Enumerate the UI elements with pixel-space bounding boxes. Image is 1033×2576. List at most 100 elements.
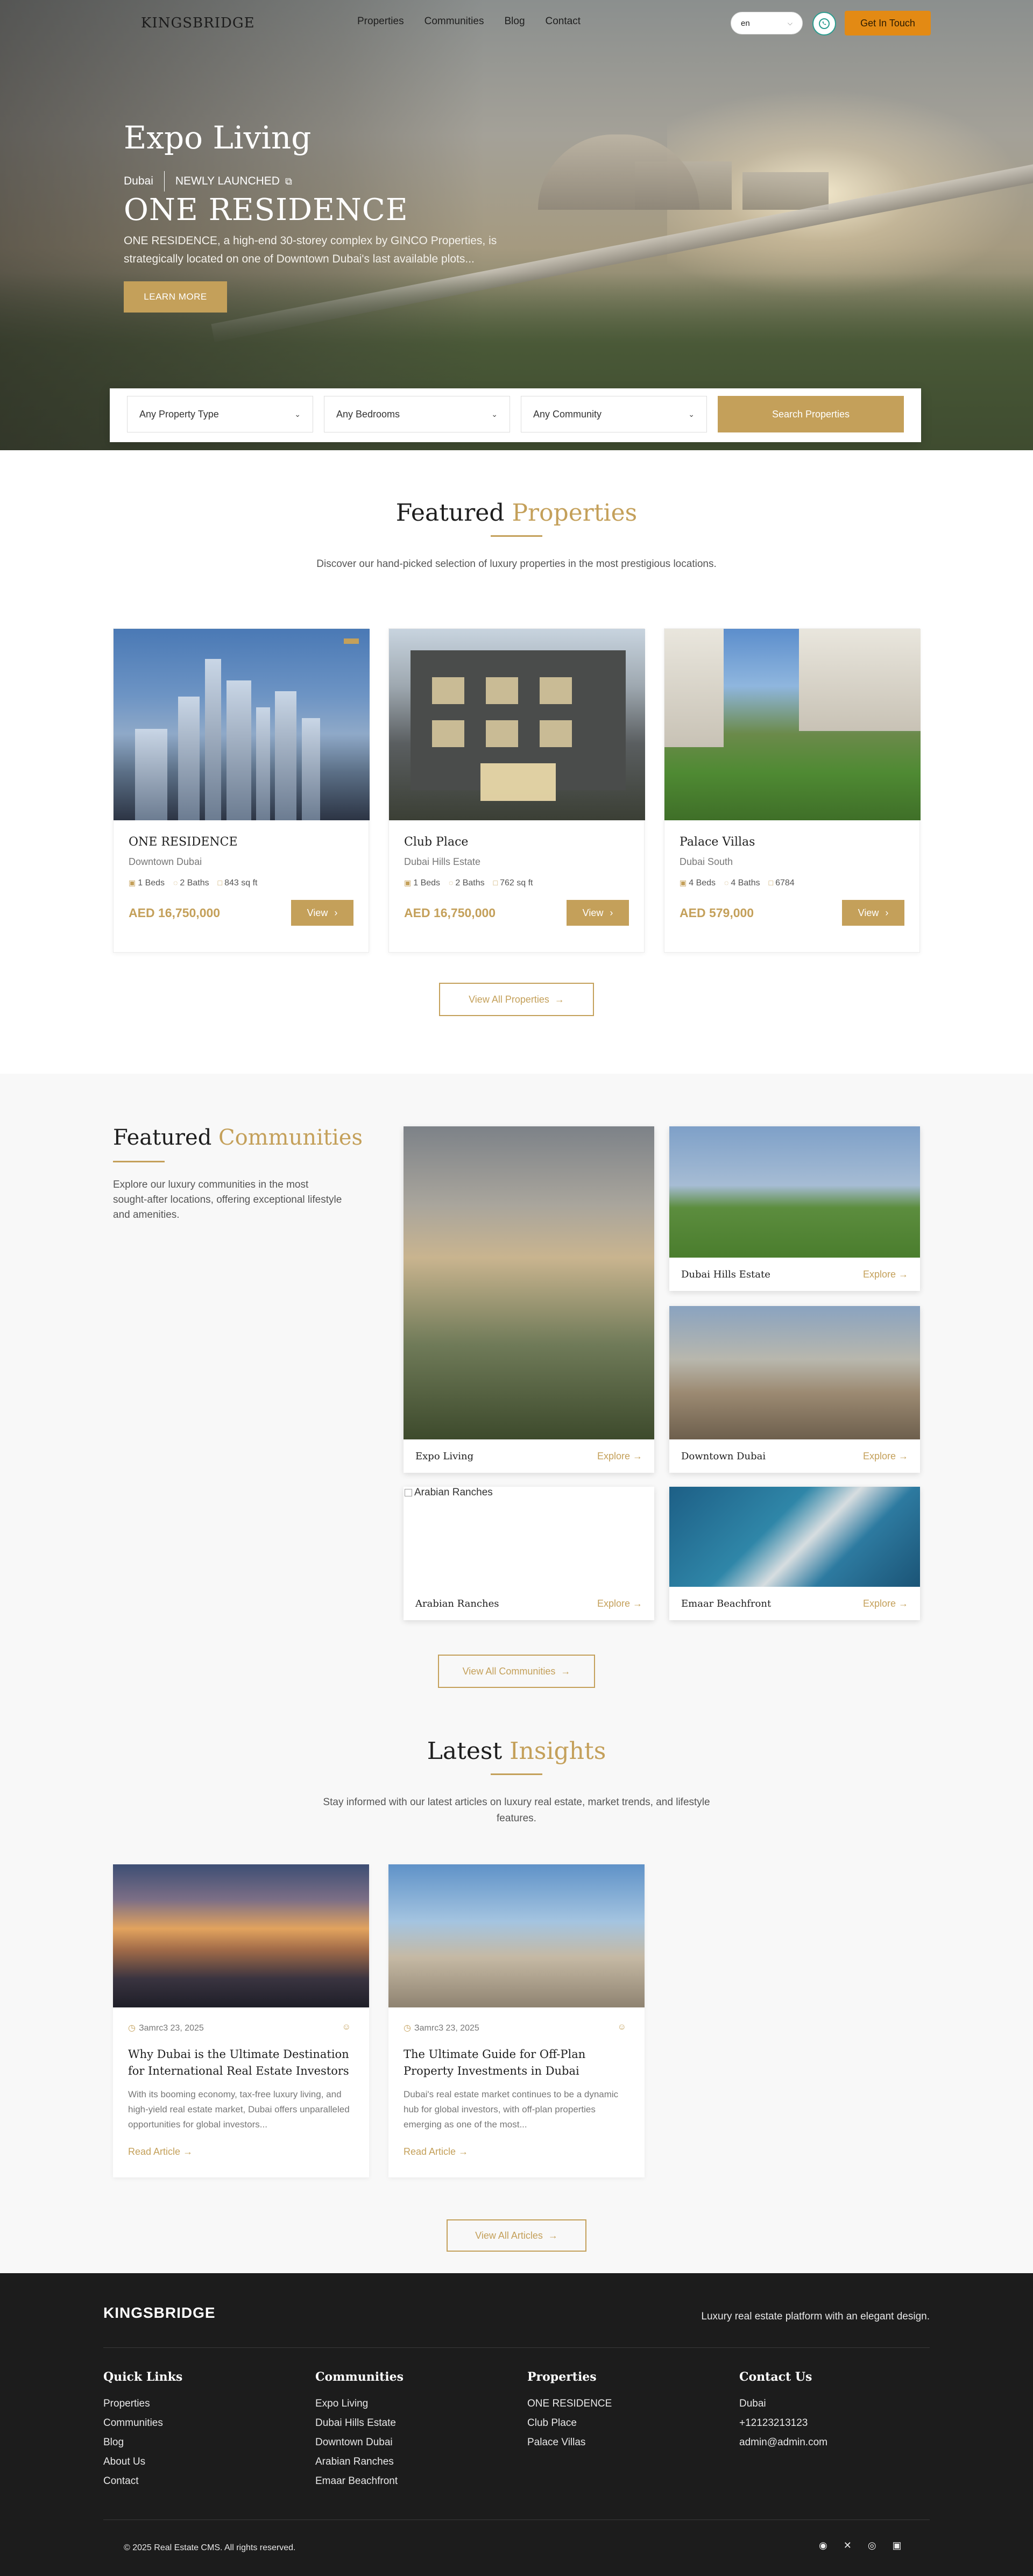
- featured-properties-header: Featured Properties Discover our hand-pi…: [0, 499, 1033, 572]
- site-logo[interactable]: KINGSBRIDGE: [141, 15, 255, 31]
- section-subtitle: Stay informed with our latest articles o…: [323, 1797, 710, 1824]
- read-article-link[interactable]: Read Article →: [404, 2146, 468, 2158]
- view-all-communities-button[interactable]: View All Communities →: [438, 1655, 595, 1688]
- footer-link[interactable]: Club Place: [527, 2417, 612, 2429]
- article-date: ◷ Заmrc3 23, 2025: [128, 2023, 204, 2033]
- community-card[interactable]: Expo Living Explore →: [404, 1126, 654, 1473]
- footer-link[interactable]: Properties: [103, 2398, 182, 2410]
- community-card[interactable]: Arabian Ranches Arabian Ranches Explore …: [404, 1487, 654, 1620]
- top-nav: KINGSBRIDGE Properties Communities Blog …: [0, 0, 1033, 45]
- community-footer: Downtown Dubai Explore →: [669, 1439, 920, 1473]
- view-property-button[interactable]: View ›: [291, 900, 353, 926]
- search-properties-button[interactable]: Search Properties: [718, 396, 904, 432]
- read-label: Read Article: [404, 2146, 456, 2157]
- footer-link[interactable]: About Us: [103, 2456, 182, 2468]
- community-name: Downtown Dubai: [681, 1450, 766, 1462]
- whatsapp-button[interactable]: [812, 12, 836, 36]
- nav-link-communities[interactable]: Communities: [424, 16, 484, 27]
- footer-link[interactable]: Palace Villas: [527, 2437, 612, 2449]
- article-card[interactable]: ◷ Заmrc3 23, 2025 ☺ The Ultimate Guide fo…: [388, 1864, 645, 2177]
- bed-icon: ▣: [129, 878, 136, 887]
- beds-value: 4 Beds: [689, 878, 716, 888]
- community-footer: Dubai Hills Estate Explore →: [669, 1258, 920, 1291]
- bedrooms-select[interactable]: Any Bedrooms ⌄: [324, 396, 510, 432]
- article-title[interactable]: The Ultimate Guide for Off-Plan Property…: [404, 2046, 629, 2080]
- footer-divider: [103, 2347, 930, 2348]
- footer-link[interactable]: Expo Living: [315, 2398, 404, 2410]
- baths-spec: ◌ 2 Baths: [173, 878, 209, 888]
- footer-link[interactable]: Blog: [103, 2437, 182, 2449]
- view-property-button[interactable]: View ›: [842, 900, 904, 926]
- title-underline: [491, 535, 542, 537]
- area-icon: □: [217, 878, 223, 887]
- footer-contact-email[interactable]: admin@admin.com: [739, 2437, 827, 2449]
- property-card[interactable]: Palace Villas Dubai South ▣ 4 Beds ◌ 4 Bat…: [664, 628, 921, 953]
- external-link-icon[interactable]: ⧉: [285, 176, 292, 187]
- community-name: Arabian Ranches: [415, 1598, 499, 1609]
- window: [486, 677, 518, 704]
- view-all-label: View All Communities: [462, 1665, 556, 1677]
- read-article-link[interactable]: Read Article →: [128, 2146, 193, 2158]
- section-subtitle: Explore our luxury communities in the mo…: [113, 1179, 342, 1220]
- social-links: ◉ ✕ ◎ ▣: [819, 2540, 902, 2551]
- property-name[interactable]: Palace Villas: [680, 835, 904, 849]
- area-value: 6784: [775, 878, 795, 888]
- x-icon[interactable]: ✕: [844, 2540, 852, 2551]
- view-all-articles-button[interactable]: View All Articles →: [447, 2219, 586, 2252]
- property-type-select[interactable]: Any Property Type ⌄: [127, 396, 313, 432]
- explore-link[interactable]: Explore →: [863, 1269, 908, 1280]
- language-select[interactable]: en ⌵: [731, 12, 803, 34]
- community-select[interactable]: Any Community ⌄: [521, 396, 707, 432]
- bath-icon: ◌: [173, 878, 178, 887]
- footer-link[interactable]: Dubai Hills Estate: [315, 2417, 404, 2429]
- nav-link-contact[interactable]: Contact: [546, 16, 581, 27]
- article-card[interactable]: ◷ Заmrc3 23, 2025 ☺ Why Dubai is the Ulti…: [113, 1864, 369, 2177]
- arrow-right-icon: →: [554, 994, 564, 1005]
- property-search-bar: Any Property Type ⌄ Any Bedrooms ⌄ Any C…: [110, 388, 921, 442]
- footer-logo[interactable]: KINGSBRIDGE: [103, 2304, 216, 2322]
- footer-link[interactable]: Emaar Beachfront: [315, 2475, 404, 2487]
- explore-link[interactable]: Explore →: [863, 1598, 908, 1609]
- property-name[interactable]: ONE RESIDENCE: [129, 835, 353, 849]
- view-label: View: [858, 907, 879, 918]
- tower-shape: [227, 680, 251, 820]
- footer-link[interactable]: Contact: [103, 2475, 182, 2487]
- community-card[interactable]: Emaar Beachfront Explore →: [669, 1487, 920, 1620]
- title-underline: [113, 1161, 165, 1162]
- footer-link[interactable]: ONE RESIDENCE: [527, 2398, 612, 2410]
- title-part-1: Latest: [427, 1737, 503, 1765]
- article-meta: ◷ Заmrc3 23, 2025 ☺: [404, 2023, 629, 2033]
- nav-link-properties[interactable]: Properties: [357, 16, 404, 27]
- footer-link[interactable]: Communities: [103, 2417, 182, 2429]
- community-card[interactable]: Downtown Dubai Explore →: [669, 1306, 920, 1473]
- footer-link[interactable]: Downtown Dubai: [315, 2437, 404, 2449]
- property-footer: AED 16,750,000 View ›: [389, 888, 644, 926]
- view-all-properties-button[interactable]: View All Properties →: [439, 983, 594, 1016]
- copyright-text: © 2025 Real Estate CMS. All rights reser…: [124, 2543, 296, 2552]
- nav-link-blog[interactable]: Blog: [504, 16, 525, 27]
- property-name[interactable]: Club Place: [404, 835, 629, 849]
- section-title: Featured Communities: [113, 1125, 363, 1150]
- property-details: Palace Villas Dubai South ▣ 4 Beds ◌ 4 Bat…: [664, 820, 919, 888]
- explore-link[interactable]: Explore →: [863, 1451, 908, 1462]
- footer-link[interactable]: Arabian Ranches: [315, 2456, 404, 2468]
- instagram-icon[interactable]: ◎: [868, 2540, 876, 2551]
- property-card[interactable]: ONE RESIDENCE Downtown Dubai ▣ 1 Beds ◌ 2 …: [113, 628, 370, 953]
- footer-contact-phone[interactable]: +12123213123: [739, 2417, 827, 2429]
- window: [432, 677, 464, 704]
- area-spec: □ 762 sq ft: [493, 878, 533, 888]
- explore-link[interactable]: Explore →: [597, 1451, 642, 1462]
- explore-link[interactable]: Explore →: [597, 1598, 642, 1609]
- community-card[interactable]: Dubai Hills Estate Explore →: [669, 1126, 920, 1291]
- window: [486, 720, 518, 747]
- property-footer: AED 16,750,000 View ›: [114, 888, 369, 926]
- linkedin-icon[interactable]: ▣: [893, 2540, 902, 2551]
- community-name: Dubai Hills Estate: [681, 1268, 770, 1280]
- hero-city: Dubai: [124, 175, 153, 187]
- article-title[interactable]: Why Dubai is the Ultimate Destination fo…: [128, 2046, 354, 2080]
- learn-more-button[interactable]: LEARN MORE: [124, 281, 227, 313]
- get-in-touch-button[interactable]: Get In Touch: [845, 11, 931, 36]
- view-property-button[interactable]: View ›: [567, 900, 629, 926]
- facebook-icon[interactable]: ◉: [819, 2540, 827, 2551]
- property-card[interactable]: Club Place Dubai Hills Estate ▣ 1 Beds ◌ 2…: [388, 628, 645, 953]
